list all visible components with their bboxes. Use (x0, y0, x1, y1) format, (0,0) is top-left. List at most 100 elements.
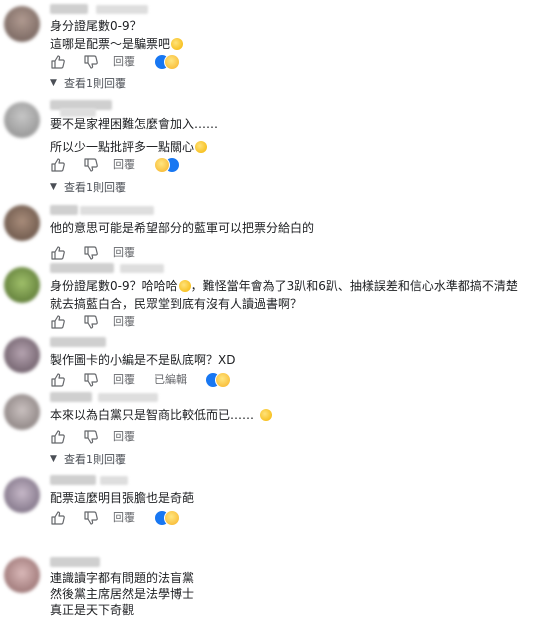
thumbs-up-icon[interactable] (50, 372, 66, 388)
comment-text: 身份證尾數0-9？哈哈哈 ，難怪當年會為了3趴和6趴、抽樣誤差和信心水準都搞不清楚… (50, 277, 518, 313)
author-name-redacted (80, 206, 154, 215)
comment-actions: 回覆 (50, 245, 350, 261)
thumbs-up-icon[interactable] (50, 510, 66, 526)
comment-line: 所以少一點批評多一點關心 (50, 138, 218, 156)
comment-text: 連識讀字都有問題的法盲黨 然後黨主席居然是法學博士 真正是天下奇觀 (50, 570, 194, 618)
comment-actions: 回覆 (50, 157, 350, 173)
comment-text: 要不是家裡困難怎麼會加入…… 所以少一點批評多一點關心 (50, 115, 218, 156)
view-replies-label: 查看1則回覆 (64, 181, 126, 194)
author-name-redacted[interactable] (50, 557, 100, 567)
comment-line-text: 身份證尾數0-9？哈哈哈 (50, 279, 178, 293)
comment-line: 就去搞藍白合，民眾堂到底有沒有人讀過書啊？ (50, 297, 303, 311)
reply-button[interactable]: 回覆 (113, 157, 135, 173)
chevron-down-icon: ▼ (50, 454, 57, 464)
chevron-down-icon: ▼ (50, 182, 57, 192)
avatar[interactable] (4, 557, 40, 593)
avatar[interactable] (4, 337, 40, 373)
comment-text: 本來以為白黨只是智商比較低而已…… (50, 406, 273, 424)
avatar[interactable] (4, 477, 40, 513)
reply-button[interactable]: 回覆 (113, 314, 135, 330)
reply-button[interactable]: 回覆 (113, 510, 135, 526)
reply-button[interactable]: 回覆 (113, 429, 135, 445)
comment-line-text: 本來以為白黨只是智商比較低而已…… (50, 408, 255, 422)
avatar[interactable] (4, 102, 40, 138)
author-name-redacted[interactable] (50, 4, 88, 14)
thumbs-down-icon[interactable] (83, 429, 99, 445)
comment-line: 身份證尾數0-9？哈哈哈 ，難怪當年會為了3趴和6趴、抽樣誤差和信心水準都搞不清楚 (50, 277, 518, 295)
comment-line: 這哪是配票～是騙票吧 (50, 35, 184, 53)
comment-line: 製作圖卡的小編是不是臥底啊？XD (50, 353, 236, 367)
thumbs-down-icon[interactable] (83, 510, 99, 526)
reply-button[interactable]: 回覆 (113, 54, 135, 70)
comment-line: 連識讀字都有問題的法盲黨 (50, 571, 195, 585)
author-name-redacted (98, 393, 158, 402)
author-name-redacted (96, 5, 148, 14)
comment-actions: 回覆 (50, 510, 350, 526)
comment-item: 連識讀字都有問題的法盲黨 然後黨主席居然是法學博士 真正是天下奇觀 (0, 557, 549, 622)
author-name-redacted (100, 476, 128, 485)
thumbs-down-icon[interactable] (83, 245, 99, 261)
reaction-summary[interactable] (205, 372, 235, 388)
comment-line: 真正是天下奇觀 (50, 603, 135, 617)
comment-line: 然後黨主席居然是法學博士 (50, 587, 195, 601)
author-name-redacted[interactable] (50, 392, 92, 402)
comment-actions: 回覆 已編輯 (50, 372, 350, 388)
view-replies-label: 查看1則回覆 (64, 77, 126, 90)
comment-line: 要不是家裡困難怎麼會加入…… (50, 117, 219, 131)
haha-reaction-icon (164, 54, 180, 70)
comment-item: 本來以為白黨只是智商比較低而已…… 回覆 ▼ 查看1則回覆 (0, 392, 549, 468)
reaction-summary[interactable] (154, 510, 184, 526)
comment-text: 配票這麼明目張膽也是奇葩 (50, 489, 194, 507)
thumbs-down-icon[interactable] (83, 54, 99, 70)
author-name-redacted[interactable] (50, 475, 96, 485)
avatar[interactable] (4, 6, 40, 42)
haha-reaction-icon (154, 157, 170, 173)
reply-button[interactable]: 回覆 (113, 245, 135, 261)
avatar[interactable] (4, 205, 40, 241)
haha-reaction-icon (164, 510, 180, 526)
author-name-redacted[interactable] (50, 263, 114, 273)
comment-line: 身分證尾數0-9？ (50, 19, 142, 33)
emoji-icon (195, 141, 208, 153)
thumbs-up-icon[interactable] (50, 157, 66, 173)
reaction-summary[interactable] (154, 54, 184, 70)
comment-text: 他的意思可能是希望部分的藍軍可以把票分給白的 (50, 219, 314, 237)
comment-line-text: 這哪是配票～是騙票吧 (50, 37, 171, 51)
comment-item: 身份證尾數0-9？哈哈哈 ，難怪當年會為了3趴和6趴、抽樣誤差和信心水準都搞不清楚… (0, 263, 549, 333)
edited-label: 已編輯 (154, 373, 187, 386)
comment-line: 本來以為白黨只是智商比較低而已…… (50, 406, 273, 424)
comment-item: 身分證尾數0-9？ 這哪是配票～是騙票吧 回覆 ▼ 查看1則回覆 (0, 4, 549, 94)
reply-button[interactable]: 回覆 (113, 372, 135, 388)
comment-line: 他的意思可能是希望部分的藍軍可以把票分給白的 (50, 221, 315, 235)
grinning-emoji-icon (171, 38, 184, 50)
sad-emoji-icon (260, 409, 273, 421)
avatar[interactable] (4, 267, 40, 303)
comment-line-text: 所以少一點批評多一點關心 (50, 140, 195, 154)
comment-line: 配票這麼明目張膽也是奇葩 (50, 491, 195, 505)
comment-text: 身分證尾數0-9？ 這哪是配票～是騙票吧 (50, 17, 184, 53)
comment-text: 製作圖卡的小編是不是臥底啊？XD (50, 351, 235, 369)
author-name-redacted (120, 264, 164, 273)
thumbs-up-icon[interactable] (50, 245, 66, 261)
comment-item: 他的意思可能是希望部分的藍軍可以把票分給白的 回覆 (0, 205, 549, 263)
thumbs-up-icon[interactable] (50, 314, 66, 330)
author-name-redacted[interactable] (50, 337, 106, 347)
thumbs-up-icon[interactable] (50, 54, 66, 70)
rofl-emoji-icon (178, 280, 191, 292)
comment-feed: 身分證尾數0-9？ 這哪是配票～是騙票吧 回覆 ▼ 查看1則回覆 要不是家裡困難… (0, 0, 549, 622)
thumbs-up-icon[interactable] (50, 429, 66, 445)
avatar[interactable] (4, 394, 40, 430)
thumbs-down-icon[interactable] (83, 372, 99, 388)
comment-item: 要不是家裡困難怎麼會加入…… 所以少一點批評多一點關心 回覆 ▼ 查看1則回覆 (0, 100, 549, 200)
author-name-redacted[interactable] (50, 205, 78, 215)
thumbs-down-icon[interactable] (83, 157, 99, 173)
reaction-summary[interactable] (154, 157, 184, 173)
comment-item: 製作圖卡的小編是不是臥底啊？XD 回覆 已編輯 (0, 337, 549, 393)
thumbs-down-icon[interactable] (83, 314, 99, 330)
view-replies-label: 查看1則回覆 (64, 453, 126, 466)
chevron-down-icon: ▼ (50, 78, 57, 88)
comment-actions: 回覆 (50, 54, 350, 70)
comment-item: 配票這麼明目張膽也是奇葩 回覆 (0, 475, 549, 533)
comment-actions: 回覆 (50, 314, 350, 330)
comment-line-text: ，難怪當年會為了3趴和6趴、抽樣誤差和信心水準都搞不清楚 (190, 279, 518, 293)
